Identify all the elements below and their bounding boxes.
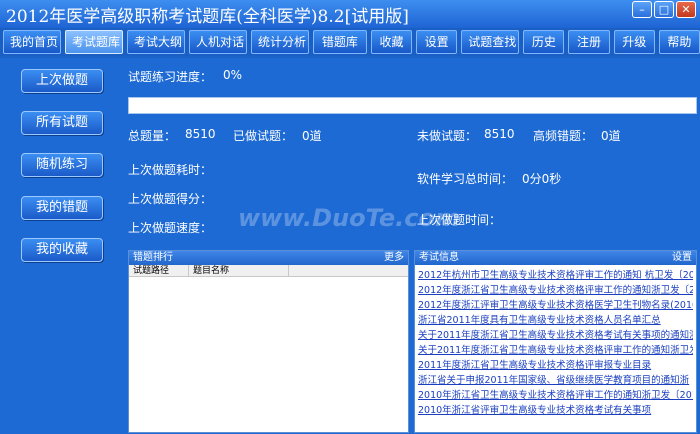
total-value: 8510	[185, 127, 216, 141]
wrong-ranking-more-link[interactable]: 更多	[384, 251, 404, 265]
frequent-wrong-value: 0道	[601, 129, 621, 143]
close-button[interactable]: ✕	[676, 1, 696, 18]
menu-favorites[interactable]: 收藏	[370, 30, 413, 54]
exam-info-header: 考试信息 设置	[415, 251, 696, 265]
all-questions-button[interactable]: 所有试题	[21, 111, 103, 135]
random-practice-button[interactable]: 随机练习	[21, 153, 103, 177]
wrong-ranking-columns: 试题路径 题目名称	[129, 265, 408, 277]
progress-value: 0%	[223, 68, 243, 82]
wrong-ranking-header: 错题排行 更多	[129, 251, 408, 265]
done-label: 已做试题：	[233, 129, 294, 143]
main-content: 上次做题 所有试题 随机练习 我的错题 我的收藏 试题练习进度： 0% 总题量：…	[0, 58, 700, 434]
study-total-label: 软件学习总时间：	[417, 172, 514, 186]
menu-register[interactable]: 注册	[568, 30, 610, 54]
last-score-label: 上次做题得分：	[128, 192, 213, 206]
menu-dialog[interactable]: 人机对话	[189, 30, 247, 54]
main-menu: 我的首页 考试题库 考试大纲 人机对话 统计分析 错题库 收藏 设置 试题查找 …	[0, 28, 700, 56]
menu-home[interactable]: 我的首页	[3, 30, 61, 54]
menu-settings[interactable]: 设置	[416, 30, 458, 54]
my-favorites-button[interactable]: 我的收藏	[21, 238, 103, 262]
menu-history[interactable]: 历史	[523, 30, 565, 54]
watermark-text: www.DuoTe.com	[238, 204, 460, 232]
menu-exam-bank[interactable]: 考试题库	[65, 30, 123, 54]
exam-info-item[interactable]: 关于2011年度浙江省卫生高级专业技术资格评审工作的通知浙卫发〔	[418, 343, 693, 358]
wrong-ranking-title: 错题排行	[133, 252, 173, 263]
frequent-wrong-label: 高频错题：	[533, 129, 594, 143]
last-speed-label: 上次做题速度：	[128, 221, 213, 235]
menu-help[interactable]: 帮助	[658, 30, 700, 54]
last-time-label: 上次做题耗时：	[128, 163, 213, 177]
exam-info-item[interactable]: 2011年度浙江省卫生高级专业技术资格评审报专业目录	[418, 358, 693, 373]
undone-label: 未做试题：	[417, 129, 478, 143]
minimize-button[interactable]: –	[632, 1, 652, 18]
exam-info-item[interactable]: 2012年度浙江评审卫生高级专业技术资格医学卫生刊物名录(2010年	[418, 298, 693, 313]
window-controls: – □ ✕	[632, 1, 696, 18]
undone-value: 8510	[484, 127, 515, 141]
column-question-name[interactable]: 题目名称	[189, 265, 289, 276]
exam-info-panel: 考试信息 设置 2012年杭州市卫生高级专业技术资格评审工作的通知 杭卫发〔20…	[414, 250, 697, 433]
progress-label: 试题练习进度：	[128, 70, 213, 84]
title-bar: 2012年医学高级职称考试题库(全科医学)8.2[试用版] – □ ✕	[0, 0, 700, 28]
column-question-path[interactable]: 试题路径	[129, 265, 189, 276]
menu-stats[interactable]: 统计分析	[251, 30, 309, 54]
menu-wrong-bank[interactable]: 错题库	[313, 30, 367, 54]
exam-info-settings-link[interactable]: 设置	[672, 251, 692, 265]
exam-info-item[interactable]: 2012年杭州市卫生高级专业技术资格评审工作的通知 杭卫发〔2012	[418, 268, 693, 283]
exam-info-item[interactable]: 浙江省关于申报2011年国家级、省级继续医学教育项目的通知浙	[418, 373, 693, 388]
exam-info-item[interactable]: 2010年浙江省评审卫生高级专业技术资格考试有关事项	[418, 403, 693, 418]
done-value: 0道	[302, 129, 322, 143]
wrong-ranking-panel: 错题排行 更多 试题路径 题目名称	[128, 250, 409, 433]
menu-search[interactable]: 试题查找	[461, 30, 520, 54]
menu-syllabus[interactable]: 考试大纲	[127, 30, 185, 54]
study-total-value: 0分0秒	[522, 172, 562, 186]
maximize-button[interactable]: □	[654, 1, 674, 18]
exam-info-list: 2012年杭州市卫生高级专业技术资格评审工作的通知 杭卫发〔2012 2012年度…	[415, 265, 696, 431]
total-label: 总题量：	[128, 129, 177, 143]
exam-info-title: 考试信息	[419, 252, 459, 263]
progress-bar	[128, 97, 697, 114]
exam-info-item[interactable]: 2012年度浙江省卫生高级专业技术资格评审工作的通知浙卫发〔2012	[418, 283, 693, 298]
my-wrong-button[interactable]: 我的错题	[21, 196, 103, 220]
last-practice-button[interactable]: 上次做题	[21, 69, 103, 93]
exam-info-item[interactable]: 浙江省2011年度具有卫生高级专业技术资格人员名单汇总	[418, 313, 693, 328]
window-title: 2012年医学高级职称考试题库(全科医学)8.2[试用版]	[6, 6, 409, 27]
menu-upgrade[interactable]: 升级	[613, 30, 655, 54]
exam-info-item[interactable]: 关于2011年度浙江省卫生高级专业技术资格考试有关事项的通知浙卫	[418, 328, 693, 343]
exam-info-item[interactable]: 2010年浙江省卫生高级专业技术资格评审工作的通知浙卫发〔2010〕	[418, 388, 693, 403]
